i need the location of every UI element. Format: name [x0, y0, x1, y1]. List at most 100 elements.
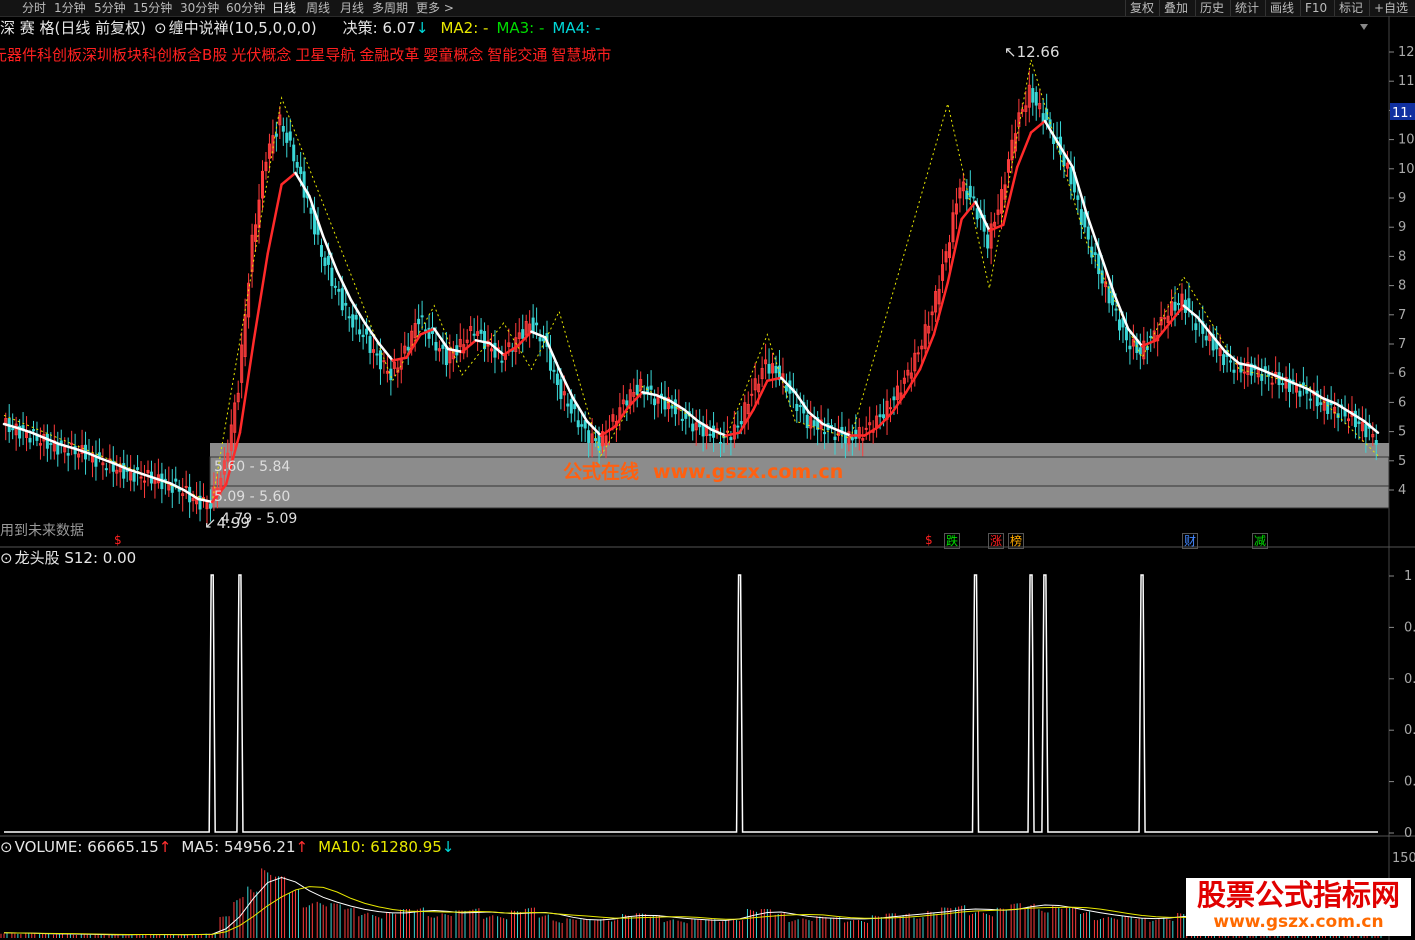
candle-body	[1118, 319, 1122, 331]
candle-body	[882, 414, 886, 419]
candle-body	[649, 385, 653, 390]
logo-watermark-text: 股票公式指标网	[1196, 878, 1400, 912]
candle-body	[1176, 303, 1180, 306]
candle-body	[1034, 92, 1038, 106]
axis-tick-label: 9	[1398, 220, 1406, 235]
candle-body	[1242, 371, 1246, 374]
candle-body	[274, 133, 278, 137]
candle-body	[351, 314, 355, 328]
event-badge[interactable]: 跌	[944, 533, 961, 549]
zone-label: 5.09 - 5.60	[214, 489, 291, 505]
site-watermark-name: 公式在线	[563, 461, 640, 483]
candle-body	[292, 144, 296, 162]
candle-body	[975, 208, 979, 220]
candle-body	[892, 396, 896, 401]
candle-body	[174, 478, 178, 482]
candle-body	[864, 427, 868, 430]
candle-body	[136, 467, 140, 470]
ma-line-segment	[280, 171, 297, 186]
candle-body	[569, 399, 573, 414]
sub-indicator-label[interactable]: 龙头股 S12: 0.00	[15, 549, 137, 567]
ma10-value: MA10: 61280.95	[318, 838, 442, 856]
candle-body	[285, 132, 289, 143]
candle-body	[587, 430, 591, 443]
candle-body	[139, 476, 143, 479]
zone-bar	[209, 485, 1390, 509]
event-badge[interactable]: 财	[1182, 533, 1199, 549]
candle-body	[1357, 421, 1361, 424]
candle-body	[555, 373, 559, 385]
candle-body	[406, 346, 410, 351]
candle-body	[1364, 423, 1368, 438]
axis-tick-label: 0	[1404, 826, 1412, 841]
chevron-down-icon[interactable]	[1360, 24, 1368, 30]
high-marker-label: ↖12.66	[1004, 43, 1060, 61]
candle-body	[670, 405, 674, 409]
candle-body	[326, 256, 330, 265]
up-arrow-icon: ↑	[295, 838, 309, 856]
candle-body	[736, 425, 740, 428]
candle-body	[319, 245, 323, 257]
event-badge[interactable]: 减	[1252, 533, 1269, 549]
candle-body	[1270, 382, 1274, 385]
candle-body	[1222, 354, 1226, 366]
axis-tick-label: 8	[1398, 249, 1406, 264]
candle-body	[1076, 195, 1080, 200]
candle-body	[576, 420, 580, 428]
candle-body	[673, 399, 677, 415]
candle-body	[1353, 410, 1357, 428]
event-badge[interactable]: 涨	[988, 533, 1005, 549]
candle-body	[1263, 366, 1267, 371]
s12-layer	[4, 574, 1378, 833]
site-watermark: 公式在线 www.gszx.com.cn	[563, 457, 857, 484]
candle-body	[420, 315, 424, 318]
axis-tick-label: 7	[1398, 337, 1406, 352]
axis-tick-label: 7	[1398, 308, 1406, 323]
event-badge[interactable]: 榜	[1008, 533, 1025, 549]
axis-tick-label: 0.	[1404, 775, 1415, 790]
s12-line	[4, 574, 1378, 833]
candle-body	[653, 398, 657, 406]
zigzag-line	[3, 59, 1379, 504]
axis-tick-label: 12	[1398, 45, 1415, 60]
candle-body	[531, 317, 535, 333]
candle-body	[535, 322, 539, 326]
candle-body	[708, 433, 712, 436]
candle-body	[1204, 335, 1208, 341]
axis-tick-label: 6	[1398, 366, 1406, 381]
candle-body	[1308, 398, 1312, 401]
axis-tick-label: 0.	[1404, 672, 1415, 687]
candle-body	[368, 336, 372, 353]
indicator-dropdown-icon[interactable]: ⊙	[0, 838, 13, 856]
candle-body	[340, 288, 344, 311]
candle-body	[330, 267, 334, 287]
candle-body	[1163, 317, 1167, 320]
candle-body	[566, 403, 570, 407]
event-badge[interactable]: $	[113, 533, 123, 547]
ma-line-segment	[266, 183, 283, 256]
candle-body	[104, 468, 108, 471]
candle-body	[823, 431, 827, 435]
candle-body	[552, 369, 556, 372]
candle-body	[59, 440, 63, 445]
candle-body	[691, 423, 695, 432]
candle-body	[1079, 209, 1083, 226]
indicator-dropdown-icon[interactable]: ⊙	[0, 549, 13, 567]
candle-body	[1319, 402, 1323, 405]
candle-body	[580, 424, 584, 427]
candle-body	[288, 131, 292, 141]
candle-body	[1114, 308, 1118, 311]
candle-body	[1298, 390, 1302, 397]
event-badge[interactable]: $	[924, 533, 934, 547]
ma-line-segment	[252, 252, 269, 342]
candle-body	[361, 334, 365, 338]
volume-axis-label: 150	[1392, 851, 1415, 866]
candle-body	[795, 403, 799, 412]
candle-body	[521, 329, 525, 339]
candle-body	[1083, 211, 1087, 228]
candle-body	[444, 347, 448, 366]
up-arrow-icon: ↑	[158, 838, 172, 856]
candle-body	[97, 452, 101, 457]
candle-body	[986, 234, 990, 249]
candle-body	[680, 418, 684, 421]
